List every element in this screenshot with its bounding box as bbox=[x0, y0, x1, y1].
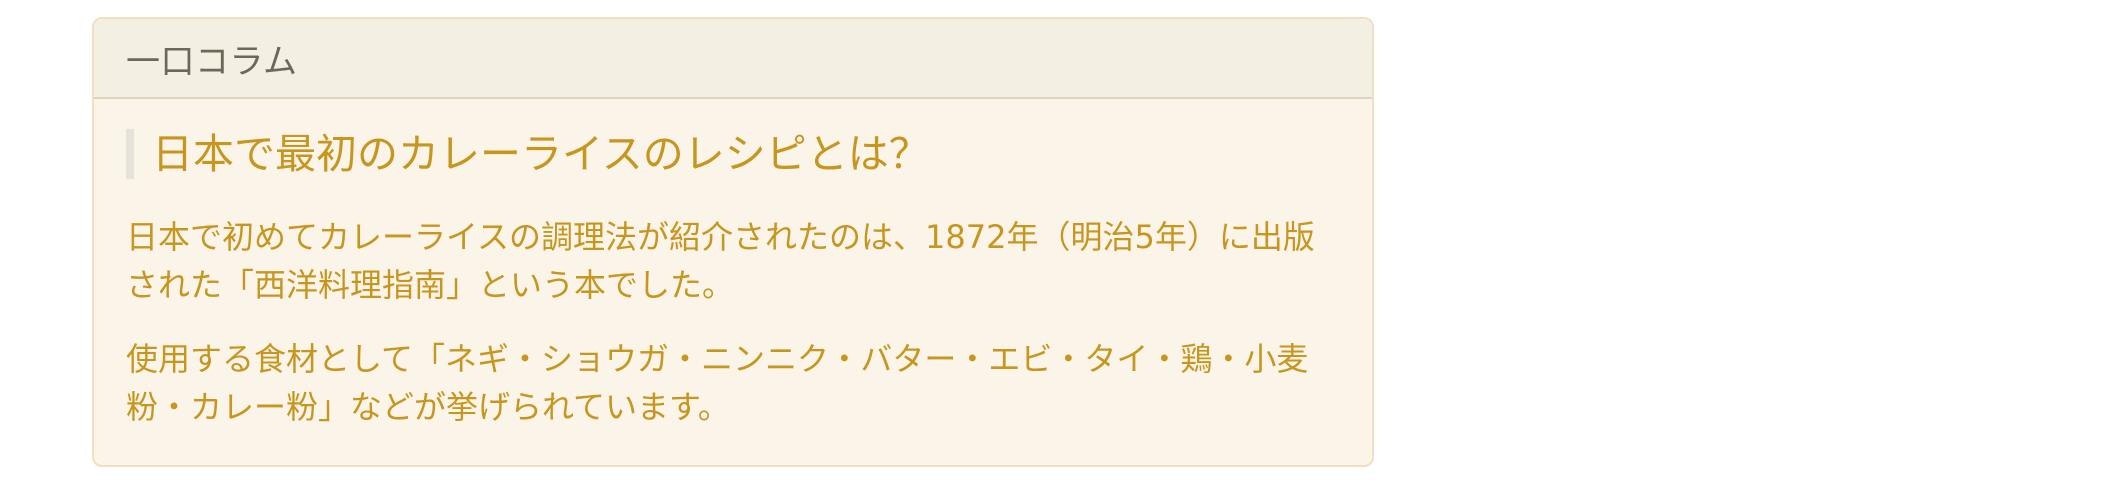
column-panel: 一口コラム 日本で最初のカレーライスのレシピとは？ 日本で初めてカレーライスの調… bbox=[92, 17, 1374, 467]
panel-heading: 一口コラム bbox=[94, 19, 1372, 99]
panel-body: 日本で最初のカレーライスのレシピとは？ 日本で初めてカレーライスの調理法が紹介さ… bbox=[94, 99, 1372, 431]
column-subheading: 日本で最初のカレーライスのレシピとは？ bbox=[126, 129, 1340, 179]
column-paragraph-2: 使用する食材として「ネギ・ショウガ・ニンニク・バター・エビ・タイ・鶏・小麦粉・カ… bbox=[126, 340, 1309, 426]
panel-title: 一口コラム bbox=[126, 41, 298, 82]
column-paragraph-1: 日本で初めてカレーライスの調理法が紹介されたのは、1872年（明治5年）に出版さ… bbox=[126, 218, 1315, 304]
